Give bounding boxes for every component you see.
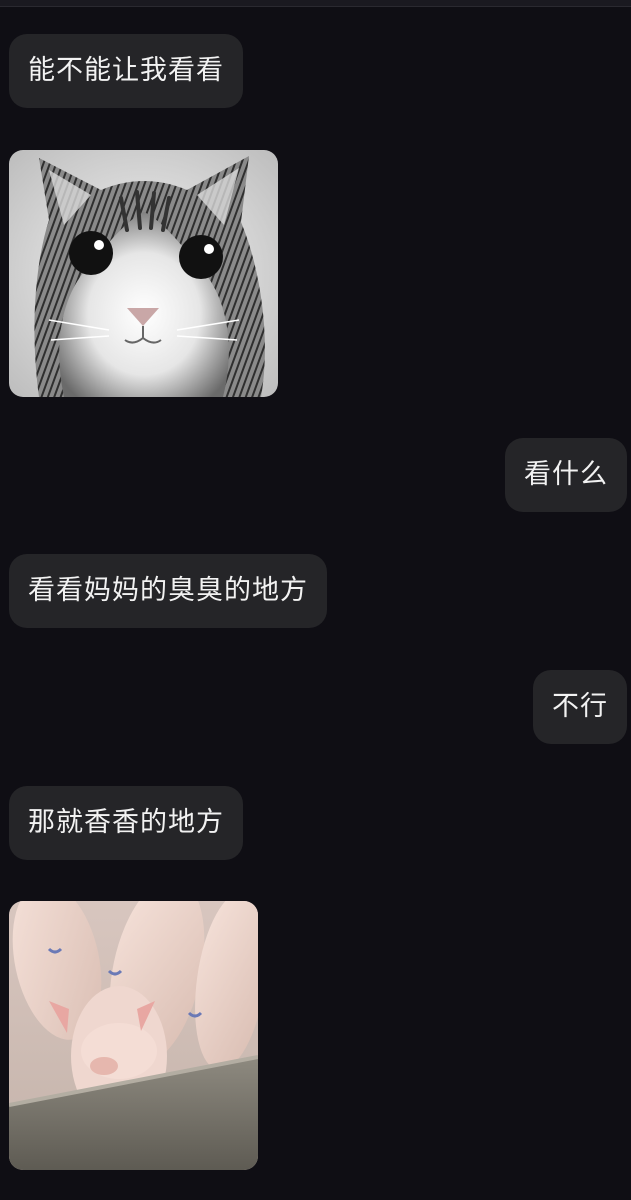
pigs-sticker[interactable] — [9, 901, 258, 1170]
pigs-icon — [9, 901, 258, 1170]
message-bubble-incoming[interactable]: 那就香香的地方 — [9, 786, 243, 860]
top-divider — [0, 0, 631, 7]
cat-face-icon — [9, 150, 278, 397]
cat-face-sticker[interactable] — [9, 150, 278, 397]
message-bubble-outgoing[interactable]: 不行 — [533, 670, 627, 744]
chat-screen: 能不能让我看看 看什么 看看妈妈的臭臭的地方 不行 那就香香的地方 — [0, 0, 631, 1200]
message-bubble-incoming[interactable]: 能不能让我看看 — [9, 34, 243, 108]
message-bubble-incoming[interactable]: 看看妈妈的臭臭的地方 — [9, 554, 327, 628]
message-bubble-outgoing[interactable]: 看什么 — [505, 438, 627, 512]
